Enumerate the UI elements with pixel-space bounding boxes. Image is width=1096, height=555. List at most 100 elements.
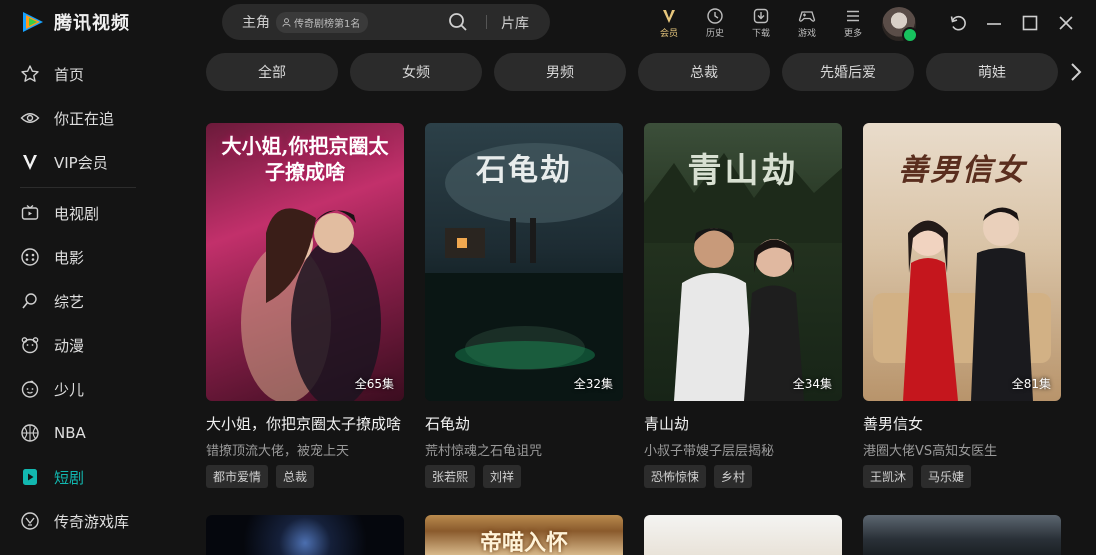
drama-card[interactable]: 青山劫 全34集 青山劫 小叔子带嫂子层层揭秘 恐怖惊悚 乡村 [644,123,842,488]
card-title[interactable]: 善男信女 [863,413,1061,434]
short-drama-icon [20,467,40,487]
chevron-right-icon[interactable] [1066,60,1086,84]
menu-icon [844,6,862,26]
poster-image[interactable] [644,515,842,555]
sidebar-item-label: 动漫 [54,336,85,355]
poster-image[interactable]: 大小姐,你把京圈太子撩成啥 全65集 [206,123,404,401]
drama-grid-row-2: 帝喵入怀 [206,515,1061,555]
tag-chip[interactable]: 都市爱情 [206,465,269,488]
category-chips: 全部 女频 男频 总裁 先婚后爱 萌娃 [206,53,1058,91]
sidebar-item-label: 传奇游戏库 [54,512,130,531]
vip-button[interactable]: 会员 [646,6,692,39]
sidebar-item-tv[interactable]: 电视剧 [0,191,190,235]
sidebar-item-anime[interactable]: 动漫 [0,323,190,367]
tag-chip[interactable]: 乡村 [714,465,753,488]
refresh-icon[interactable] [948,13,968,33]
drama-card[interactable]: 大小姐,你把京圈太子撩成啥 全65集 大小姐，你把京圈太子撩成啥 错撩顶流大佬，… [206,123,404,488]
tag-chip[interactable]: 王凯沐 [863,465,914,488]
drama-card[interactable]: 石龟劫 全32集 石龟劫 荒村惊魂之石龟诅咒 张若熙 刘祥 [425,123,623,488]
sidebar-item-label: 少儿 [54,380,85,399]
download-icon [752,6,770,26]
kids-icon [20,379,40,399]
app-logo[interactable]: 腾讯视频 [20,9,130,35]
legend-game-icon [20,511,40,531]
library-link[interactable]: 片库 [501,13,529,33]
card-title[interactable]: 青山劫 [644,413,842,434]
sidebar-item-label: 首页 [54,65,85,84]
top-bar: 腾讯视频 主角 传奇剧榜第1名 片库 会员 历史 下载 游戏 更多 [0,0,1096,46]
avatar[interactable] [882,7,918,43]
tag-list: 恐怖惊悚 乡村 [644,465,842,488]
search-icon[interactable] [448,12,468,32]
sidebar-item-following[interactable]: 你正在追 [0,96,190,140]
search-bar[interactable]: 主角 传奇剧榜第1名 片库 [222,4,550,40]
episode-count: 全32集 [573,377,613,391]
card-subtitle: 港圈大佬VS高知女医生 [863,444,998,459]
chip-ceo[interactable]: 总裁 [638,53,770,91]
episode-count: 全81集 [1011,377,1051,391]
sidebar-item-vip[interactable]: VIP会员 [0,140,190,184]
poster-image[interactable] [206,515,404,555]
tag-list: 都市爱情 总裁 [206,465,404,488]
download-button[interactable]: 下载 [738,6,784,39]
card-title[interactable]: 石龟劫 [425,413,623,434]
card-title[interactable]: 大小姐，你把京圈太子撩成啥 [206,413,404,434]
anime-icon [20,335,40,355]
download-label: 下载 [751,29,770,39]
sidebar-item-legend-games[interactable]: 传奇游戏库 [0,499,190,543]
minimize-icon[interactable] [984,13,1004,33]
poster-title: 大小姐,你把京圈太子撩成啥 [221,134,389,184]
sidebar-item-label: 你正在追 [54,109,115,128]
tencent-video-logo-icon [20,9,46,35]
drama-card[interactable]: 善男信女 全81集 善男信女 港圈大佬VS高知女医生 王凯沐 马乐婕 [863,123,1061,488]
tag-chip[interactable]: 总裁 [276,465,315,488]
chip-all[interactable]: 全部 [206,53,338,91]
poster-image[interactable] [863,515,1061,555]
sidebar-item-kids[interactable]: 少儿 [0,367,190,411]
close-icon[interactable] [1056,13,1076,33]
drama-grid: 大小姐,你把京圈太子撩成啥 全65集 大小姐，你把京圈太子撩成啥 错撩顶流大佬，… [206,123,1061,488]
chip-female[interactable]: 女频 [350,53,482,91]
chip-marriage-first[interactable]: 先婚后爱 [782,53,914,91]
more-button[interactable]: 更多 [830,6,876,39]
sidebar-item-short-drama[interactable]: 短剧 [0,455,190,499]
tag-list: 张若熙 刘祥 [425,465,623,488]
poster-image[interactable]: 青山劫 全34集 [644,123,842,401]
star-icon [20,64,40,84]
history-label: 历史 [705,29,724,39]
sidebar-item-nba[interactable]: NBA [0,411,190,455]
poster-image[interactable]: 石龟劫 全32集 [425,123,623,401]
sidebar-item-label: 短剧 [54,468,85,487]
sidebar-item-home[interactable]: 首页 [0,52,190,96]
poster-image[interactable]: 善男信女 全81集 [863,123,1061,401]
search-query[interactable]: 主角 [242,12,270,32]
episode-count: 全34集 [792,377,832,391]
chip-cute-baby[interactable]: 萌娃 [926,53,1058,91]
vip-v-icon [20,152,40,172]
card-subtitle: 错撩顶流大佬，被宠上天 [206,444,350,459]
tag-chip[interactable]: 刘祥 [483,465,522,488]
maximize-icon[interactable] [1020,13,1040,33]
tag-chip[interactable]: 张若熙 [425,465,476,488]
game-button[interactable]: 游戏 [784,6,830,39]
tag-chip[interactable]: 马乐婕 [921,465,972,488]
search-divider [486,15,487,29]
sidebar-item-label: NBA [54,424,86,442]
history-button[interactable]: 历史 [692,6,738,39]
sidebar-item-label: 综艺 [54,292,85,311]
poster-image[interactable]: 帝喵入怀 [425,515,623,555]
search-hot-tag[interactable]: 传奇剧榜第1名 [276,11,369,33]
gamepad-icon [798,6,816,26]
toolbar: 会员 历史 下载 游戏 更多 [646,6,876,39]
poster-title: 善男信女 [898,153,1026,188]
eye-icon [20,108,40,128]
basketball-icon [20,423,40,443]
tag-chip[interactable]: 恐怖惊悚 [644,465,707,488]
sidebar-item-label: VIP会员 [54,153,108,172]
poster-title: 石龟劫 [476,153,572,188]
episode-count: 全65集 [354,377,394,391]
chip-male[interactable]: 男频 [494,53,626,91]
app-name: 腾讯视频 [54,13,130,34]
sidebar-item-variety[interactable]: 综艺 [0,279,190,323]
sidebar-item-movie[interactable]: 电影 [0,235,190,279]
